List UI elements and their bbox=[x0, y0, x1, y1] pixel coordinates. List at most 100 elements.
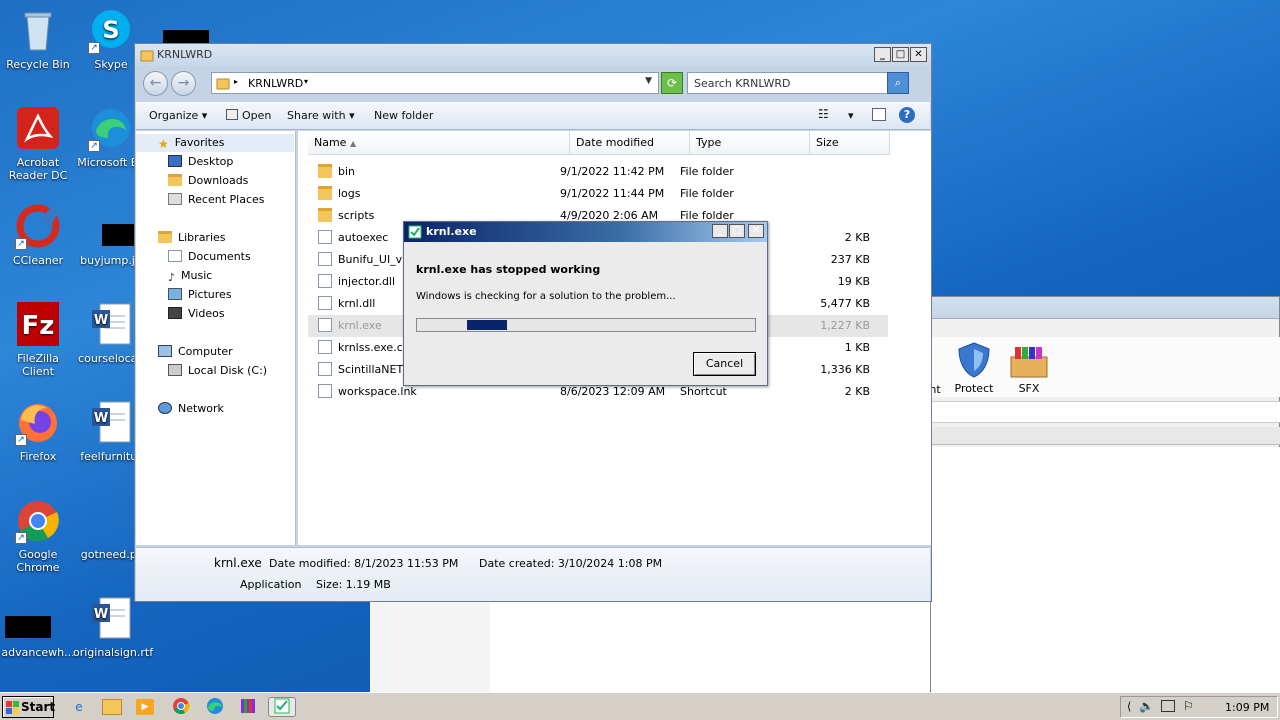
column-header-name[interactable]: Name ▲ bbox=[308, 131, 570, 155]
file-size: 2 KB bbox=[844, 385, 870, 398]
forward-button[interactable]: → bbox=[171, 71, 196, 96]
help-icon[interactable]: ? bbox=[899, 107, 915, 123]
navigation-pane: ★ Favorites Desktop Downloads Recent Plac… bbox=[136, 131, 296, 545]
error-dialog[interactable]: krnl.exe _ □ ✕ krnl.exe has stopped work… bbox=[403, 221, 768, 386]
desktop-icon-firefox[interactable]: ↗ Firefox bbox=[0, 400, 76, 463]
nav-label: Desktop bbox=[188, 155, 234, 168]
tool-protect[interactable]: Protect bbox=[951, 341, 997, 395]
file-type: File folder bbox=[680, 165, 734, 178]
desktop-icon-advancewh[interactable]: advancewh... bbox=[0, 596, 76, 659]
nav-documents[interactable]: Documents bbox=[168, 248, 251, 266]
background-window-titlebar[interactable] bbox=[931, 297, 1279, 319]
view-dropdown-icon[interactable]: ▾ bbox=[848, 109, 854, 122]
file-name: krnl.dll bbox=[318, 293, 375, 315]
chevron-down-icon[interactable]: ▾ bbox=[304, 77, 308, 86]
maximize-button[interactable]: □ bbox=[892, 47, 909, 62]
documents-icon bbox=[168, 250, 182, 262]
app-icon bbox=[408, 225, 422, 239]
explorer-titlebar[interactable]: KRNLWRD _ □ ✕ bbox=[135, 44, 931, 66]
ccleaner-icon: ↗ bbox=[15, 204, 61, 250]
network-tray-icon[interactable] bbox=[1161, 700, 1175, 712]
refresh-button[interactable]: ⟳ bbox=[661, 72, 683, 94]
nav-videos[interactable]: Videos bbox=[168, 305, 225, 323]
desktop-icon-label: Recycle Bin bbox=[6, 58, 70, 71]
desktop-icon-originalsign[interactable]: W originalsign.rtf bbox=[73, 596, 153, 659]
nav-local-disk[interactable]: Local Disk (C:) bbox=[168, 362, 267, 380]
nav-music[interactable]: ♪ Music bbox=[168, 267, 212, 285]
krnl-taskbar-button[interactable] bbox=[268, 697, 296, 717]
folder-icon bbox=[318, 164, 332, 178]
search-placeholder: Search KRNLWRD bbox=[694, 77, 791, 90]
file-row[interactable]: logs 9/1/2022 11:44 PM File folder bbox=[308, 183, 888, 205]
organize-button[interactable]: Organize ▾ bbox=[149, 109, 207, 122]
nav-downloads[interactable]: Downloads bbox=[168, 172, 248, 190]
dialog-heading: krnl.exe has stopped working bbox=[416, 263, 601, 276]
file-row[interactable]: bin 9/1/2022 11:42 PM File folder bbox=[308, 161, 888, 183]
column-header-date[interactable]: Date modified bbox=[570, 131, 690, 155]
column-label: Name bbox=[314, 136, 347, 149]
dialog-titlebar[interactable]: krnl.exe _ □ ✕ bbox=[404, 222, 767, 242]
back-button[interactable]: ← bbox=[143, 71, 168, 96]
close-button[interactable]: ✕ bbox=[910, 47, 927, 62]
edge-icon: ↗ bbox=[88, 106, 134, 152]
preview-pane-icon[interactable] bbox=[872, 108, 886, 121]
desktop-icon-ccleaner[interactable]: ↗ CCleaner bbox=[0, 204, 76, 267]
breadcrumb[interactable]: KRNLWRD bbox=[248, 77, 303, 90]
dialog-close-button[interactable]: ✕ bbox=[748, 224, 764, 238]
winrar-taskbar-icon[interactable] bbox=[236, 697, 260, 717]
ie-icon[interactable]: e bbox=[68, 697, 90, 717]
cancel-button[interactable]: Cancel bbox=[693, 352, 756, 376]
address-dropdown-icon[interactable]: ▼ bbox=[645, 76, 652, 86]
desktop-icon-acrobat[interactable]: Acrobat Reader DC bbox=[0, 106, 76, 182]
acrobat-icon bbox=[15, 106, 61, 152]
edge-taskbar-icon[interactable] bbox=[204, 697, 226, 717]
skype-icon: S ↗ bbox=[88, 8, 134, 54]
view-options-icon[interactable]: ☷ bbox=[818, 107, 829, 121]
file-size: 1 KB bbox=[844, 341, 870, 354]
nav-desktop[interactable]: Desktop bbox=[168, 153, 233, 171]
nav-network[interactable]: Network bbox=[158, 400, 224, 418]
file-size: 1,336 KB bbox=[820, 363, 870, 376]
downloads-icon bbox=[168, 174, 182, 186]
volume-icon[interactable]: 🔈 bbox=[1139, 699, 1154, 713]
nav-label: Favorites bbox=[174, 136, 225, 149]
flag-icon[interactable]: ⚐ bbox=[1183, 699, 1194, 713]
breadcrumb-arrow-icon[interactable]: ▸ bbox=[234, 77, 238, 86]
search-input[interactable]: Search KRNLWRD ⌕ bbox=[687, 72, 909, 94]
nav-favorites[interactable]: ★ Favorites bbox=[136, 134, 294, 152]
clock[interactable]: 1:09 PM bbox=[1225, 701, 1269, 714]
recent-places-icon bbox=[168, 193, 182, 205]
address-field[interactable]: ▸ KRNLWRD ▾ ▼ bbox=[211, 72, 659, 94]
filezilla-icon: Fz bbox=[15, 302, 61, 348]
media-player-icon[interactable]: ▶ bbox=[136, 699, 154, 715]
desktop-icon-label: Google Chrome bbox=[16, 548, 60, 574]
nav-recent-places[interactable]: Recent Places bbox=[168, 191, 265, 209]
tray-arrow-icon[interactable]: ⟨ bbox=[1127, 700, 1131, 713]
explorer-taskbar-icon[interactable] bbox=[102, 699, 122, 715]
desktop-icon-recycle-bin[interactable]: Recycle Bin bbox=[0, 8, 76, 71]
new-folder-button[interactable]: New folder bbox=[374, 109, 433, 122]
tool-sfx[interactable]: SFX bbox=[1007, 341, 1051, 395]
column-header-size[interactable]: Size bbox=[810, 131, 890, 155]
svg-text:W: W bbox=[94, 411, 108, 426]
share-with-button[interactable]: Share with ▾ bbox=[287, 109, 355, 122]
nav-pictures[interactable]: Pictures bbox=[168, 286, 232, 304]
open-button[interactable]: Open bbox=[226, 109, 271, 122]
file-icon bbox=[318, 340, 332, 354]
desktop-icon-chrome[interactable]: ↗ Google Chrome bbox=[0, 498, 76, 574]
shortcut-arrow-icon: ↗ bbox=[15, 434, 27, 446]
nav-libraries[interactable]: Libraries bbox=[158, 229, 226, 247]
command-bar: Organize ▾ Open Share with ▾ New folder … bbox=[136, 102, 930, 130]
chrome-taskbar-icon[interactable] bbox=[170, 697, 192, 717]
dialog-maximize-button[interactable]: □ bbox=[729, 224, 745, 238]
nav-computer[interactable]: Computer bbox=[158, 343, 233, 361]
search-icon[interactable]: ⌕ bbox=[887, 72, 909, 94]
svg-text:S: S bbox=[102, 16, 119, 44]
desktop-icon-filezilla[interactable]: Fz FileZilla Client bbox=[0, 302, 76, 378]
start-button[interactable]: Start bbox=[2, 696, 55, 718]
column-header-type[interactable]: Type bbox=[690, 131, 810, 155]
file-icon bbox=[318, 274, 332, 288]
nav-label: Videos bbox=[188, 307, 225, 320]
dialog-minimize-button[interactable]: _ bbox=[712, 224, 728, 238]
minimize-button[interactable]: _ bbox=[874, 47, 891, 62]
